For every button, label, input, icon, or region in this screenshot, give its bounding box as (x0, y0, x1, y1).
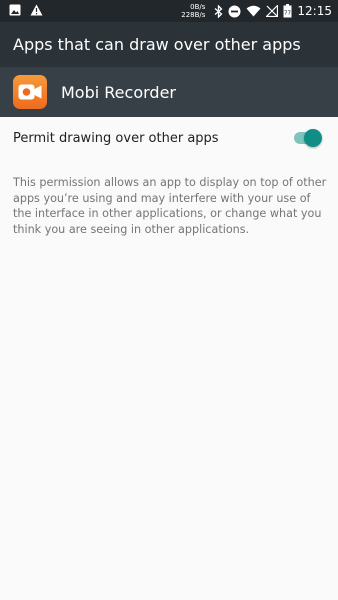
status-bar-time: 12:15 (297, 4, 332, 18)
permission-description: This permission allows an app to display… (13, 176, 327, 236)
permit-drawing-setting-row[interactable]: Permit drawing over other apps (0, 117, 338, 159)
video-camera-icon (18, 84, 42, 100)
status-bar-left (9, 4, 43, 16)
warning-icon (30, 4, 43, 16)
app-name: Mobi Recorder (61, 82, 176, 102)
toggle-thumb (304, 129, 322, 147)
app-header: Mobi Recorder (0, 67, 338, 117)
page-title: Apps that can draw over other apps (13, 35, 301, 54)
network-speed: 0B/s 228B/s (181, 3, 205, 19)
permit-drawing-label: Permit drawing over other apps (13, 130, 219, 146)
net-up-speed: 0B/s (190, 3, 206, 11)
permit-drawing-toggle[interactable] (294, 129, 322, 147)
mobi-recorder-app-icon (13, 75, 47, 109)
status-bar: 0B/s 228B/s 77 12:15 (0, 0, 338, 22)
battery-level: 77 (284, 11, 291, 17)
status-bar-right: 0B/s 228B/s 77 12:15 (181, 0, 332, 22)
toolbar: Apps that can draw over other apps (0, 22, 338, 67)
battery-icon: 77 (283, 4, 292, 18)
net-down-speed: 228B/s (181, 11, 206, 19)
wifi-icon (246, 5, 261, 17)
do-not-disturb-icon (228, 5, 241, 18)
no-signal-icon (266, 5, 279, 17)
image-icon (9, 4, 21, 16)
bluetooth-icon (214, 4, 223, 18)
